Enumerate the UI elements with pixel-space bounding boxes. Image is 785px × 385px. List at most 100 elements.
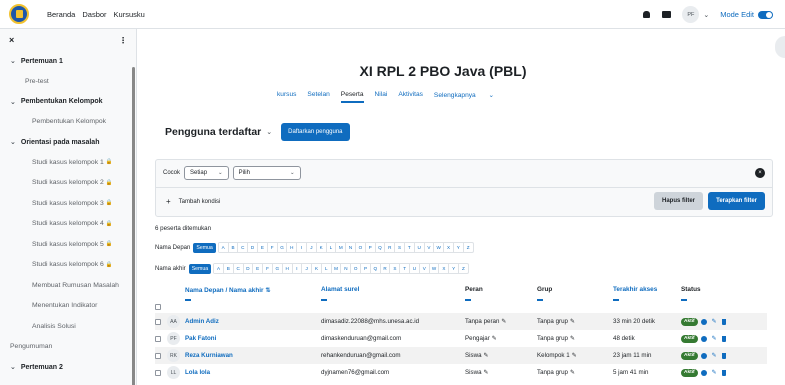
initial-letter-m[interactable]: M bbox=[330, 264, 341, 273]
activity-studi-kasus-1[interactable]: Studi kasus kelompok 1 🔒 bbox=[0, 152, 136, 173]
initial-letter-r[interactable]: R bbox=[379, 264, 390, 273]
tab-selengkapnya[interactable]: Selengkapnya ⌄ bbox=[434, 91, 494, 103]
info-icon[interactable] bbox=[700, 318, 707, 325]
trash-icon[interactable] bbox=[721, 318, 726, 325]
close-icon[interactable]: × bbox=[9, 35, 14, 45]
kebab-menu-icon[interactable]: ⋮ bbox=[119, 36, 127, 45]
initial-letter-w[interactable]: W bbox=[433, 243, 443, 252]
participant-name-link[interactable]: Reza Kurniawan bbox=[185, 352, 233, 359]
initial-letter-a[interactable]: A bbox=[217, 243, 228, 252]
initial-letter-z[interactable]: Z bbox=[462, 243, 473, 252]
pencil-icon[interactable]: ✎ bbox=[484, 370, 489, 376]
row-checkbox[interactable] bbox=[155, 318, 161, 325]
initial-letter-o[interactable]: O bbox=[350, 264, 360, 273]
initial-letter-z[interactable]: Z bbox=[458, 264, 468, 273]
site-logo[interactable] bbox=[9, 4, 29, 24]
initial-letter-i[interactable]: I bbox=[296, 243, 306, 252]
clear-filters-button[interactable]: Hapus filter bbox=[653, 192, 703, 210]
user-avatar[interactable]: PF bbox=[682, 6, 700, 23]
tab-aktivitas[interactable]: Aktivitas bbox=[398, 91, 423, 103]
chevron-down-icon[interactable]: ⌄ bbox=[703, 11, 709, 19]
info-icon[interactable] bbox=[700, 369, 707, 376]
pencil-icon[interactable]: ✎ bbox=[570, 319, 575, 325]
initial-letter-c[interactable]: C bbox=[232, 264, 243, 273]
initial-letter-r[interactable]: R bbox=[384, 243, 394, 252]
edit-icon[interactable]: ✎ bbox=[712, 352, 717, 359]
collapse-column-icon[interactable] bbox=[537, 299, 543, 301]
activity-analisis-solusi[interactable]: Analisis Solusi bbox=[0, 316, 136, 337]
nav-beranda[interactable]: Beranda bbox=[47, 10, 75, 19]
edit-icon[interactable]: ✎ bbox=[712, 318, 717, 325]
participant-name-link[interactable]: Pak Fatoni bbox=[185, 335, 216, 342]
initial-letter-d[interactable]: D bbox=[242, 264, 253, 273]
remove-filter-icon[interactable]: × bbox=[755, 168, 765, 178]
participant-name-link[interactable]: Admin Adiz bbox=[185, 318, 219, 325]
activity-pre-test[interactable]: Pre-test bbox=[0, 71, 136, 92]
section-orientasi[interactable]: ⌄ Orientasi pada masalah bbox=[0, 132, 136, 152]
nav-dasbor[interactable]: Dasbor bbox=[82, 10, 106, 19]
collapse-column-icon[interactable] bbox=[681, 299, 687, 301]
pencil-icon[interactable]: ✎ bbox=[570, 370, 575, 376]
filter-type-select[interactable]: Pilih ⌄ bbox=[232, 166, 301, 180]
activity-menentukan-indikator[interactable]: Menentukan Indikator bbox=[0, 296, 136, 317]
initial-letter-n[interactable]: N bbox=[345, 243, 355, 252]
initial-all-button[interactable]: Semua bbox=[193, 242, 216, 253]
trash-icon[interactable] bbox=[721, 335, 726, 342]
initial-letter-v[interactable]: V bbox=[418, 264, 429, 273]
pencil-icon[interactable]: ✎ bbox=[501, 319, 506, 325]
initial-letter-c[interactable]: C bbox=[237, 243, 247, 252]
collapse-column-icon[interactable] bbox=[321, 299, 327, 301]
enrol-users-button[interactable]: Daftarkan pengguna bbox=[281, 123, 350, 141]
pencil-icon[interactable]: ✎ bbox=[492, 336, 497, 342]
initial-letter-s[interactable]: S bbox=[389, 264, 399, 273]
initial-letter-s[interactable]: S bbox=[394, 243, 404, 252]
initial-letter-a[interactable]: A bbox=[213, 264, 223, 273]
initial-letter-w[interactable]: W bbox=[428, 264, 439, 273]
initial-letter-g[interactable]: G bbox=[271, 264, 282, 273]
chat-icon[interactable] bbox=[662, 11, 672, 18]
activity-studi-kasus-4[interactable]: Studi kasus kelompok 4 🔒 bbox=[0, 214, 136, 235]
info-icon[interactable] bbox=[700, 335, 707, 342]
select-all-checkbox[interactable] bbox=[155, 304, 161, 310]
section-pertemuan-2[interactable]: ⌄ Pertemuan 2 bbox=[0, 357, 136, 377]
section-pertemuan-1[interactable]: ⌄ Pertemuan 1 bbox=[0, 51, 136, 71]
initial-letter-p[interactable]: P bbox=[360, 264, 370, 273]
collapse-column-icon[interactable] bbox=[465, 299, 471, 301]
activity-studi-kasus-6[interactable]: Studi kasus kelompok 6 🔒 bbox=[0, 255, 136, 276]
activity-studi-kasus-2[interactable]: Studi kasus kelompok 2 🔒 bbox=[0, 173, 136, 194]
column-header-email[interactable]: Alamat surel bbox=[321, 286, 359, 293]
initial-letter-e[interactable]: E bbox=[256, 243, 267, 252]
edit-icon[interactable]: ✎ bbox=[712, 335, 717, 342]
initial-letter-q[interactable]: Q bbox=[374, 243, 385, 252]
collapse-column-icon[interactable] bbox=[185, 299, 191, 301]
add-condition-button[interactable]: + Tambah kondisi bbox=[166, 197, 220, 206]
pencil-icon[interactable]: ✎ bbox=[484, 353, 489, 359]
initial-all-button[interactable]: Semua bbox=[188, 263, 212, 274]
pencil-icon[interactable]: ✎ bbox=[570, 336, 575, 342]
pencil-icon[interactable]: ✎ bbox=[572, 353, 577, 359]
initial-letter-q[interactable]: Q bbox=[369, 264, 380, 273]
initial-letter-y[interactable]: Y bbox=[452, 243, 463, 252]
initial-letter-j[interactable]: J bbox=[305, 243, 316, 252]
bell-icon[interactable] bbox=[643, 11, 651, 18]
activity-studi-kasus-3[interactable]: Studi kasus kelompok 3 🔒 bbox=[0, 193, 136, 214]
row-checkbox[interactable] bbox=[155, 335, 161, 342]
initial-letter-l[interactable]: L bbox=[320, 264, 331, 273]
initial-letter-k[interactable]: K bbox=[311, 264, 321, 273]
initial-letter-x[interactable]: X bbox=[438, 264, 448, 273]
initial-letter-t[interactable]: T bbox=[403, 243, 414, 252]
drawer-scrollbar[interactable] bbox=[132, 67, 135, 385]
initial-letter-d[interactable]: D bbox=[247, 243, 257, 252]
trash-icon[interactable] bbox=[721, 369, 726, 376]
initial-letter-f[interactable]: F bbox=[262, 264, 272, 273]
block-drawer-toggle[interactable] bbox=[775, 36, 785, 58]
tab-nilai[interactable]: Nilai bbox=[375, 91, 388, 103]
initial-letter-f[interactable]: F bbox=[266, 243, 277, 252]
edit-icon[interactable]: ✎ bbox=[712, 369, 717, 376]
participant-name-link[interactable]: Lola lola bbox=[185, 369, 210, 376]
row-checkbox[interactable] bbox=[155, 369, 161, 376]
initial-letter-g[interactable]: G bbox=[276, 243, 287, 252]
initial-letter-j[interactable]: J bbox=[301, 264, 311, 273]
initial-letter-u[interactable]: U bbox=[413, 243, 424, 252]
nav-kursusku[interactable]: Kursusku bbox=[114, 10, 145, 19]
